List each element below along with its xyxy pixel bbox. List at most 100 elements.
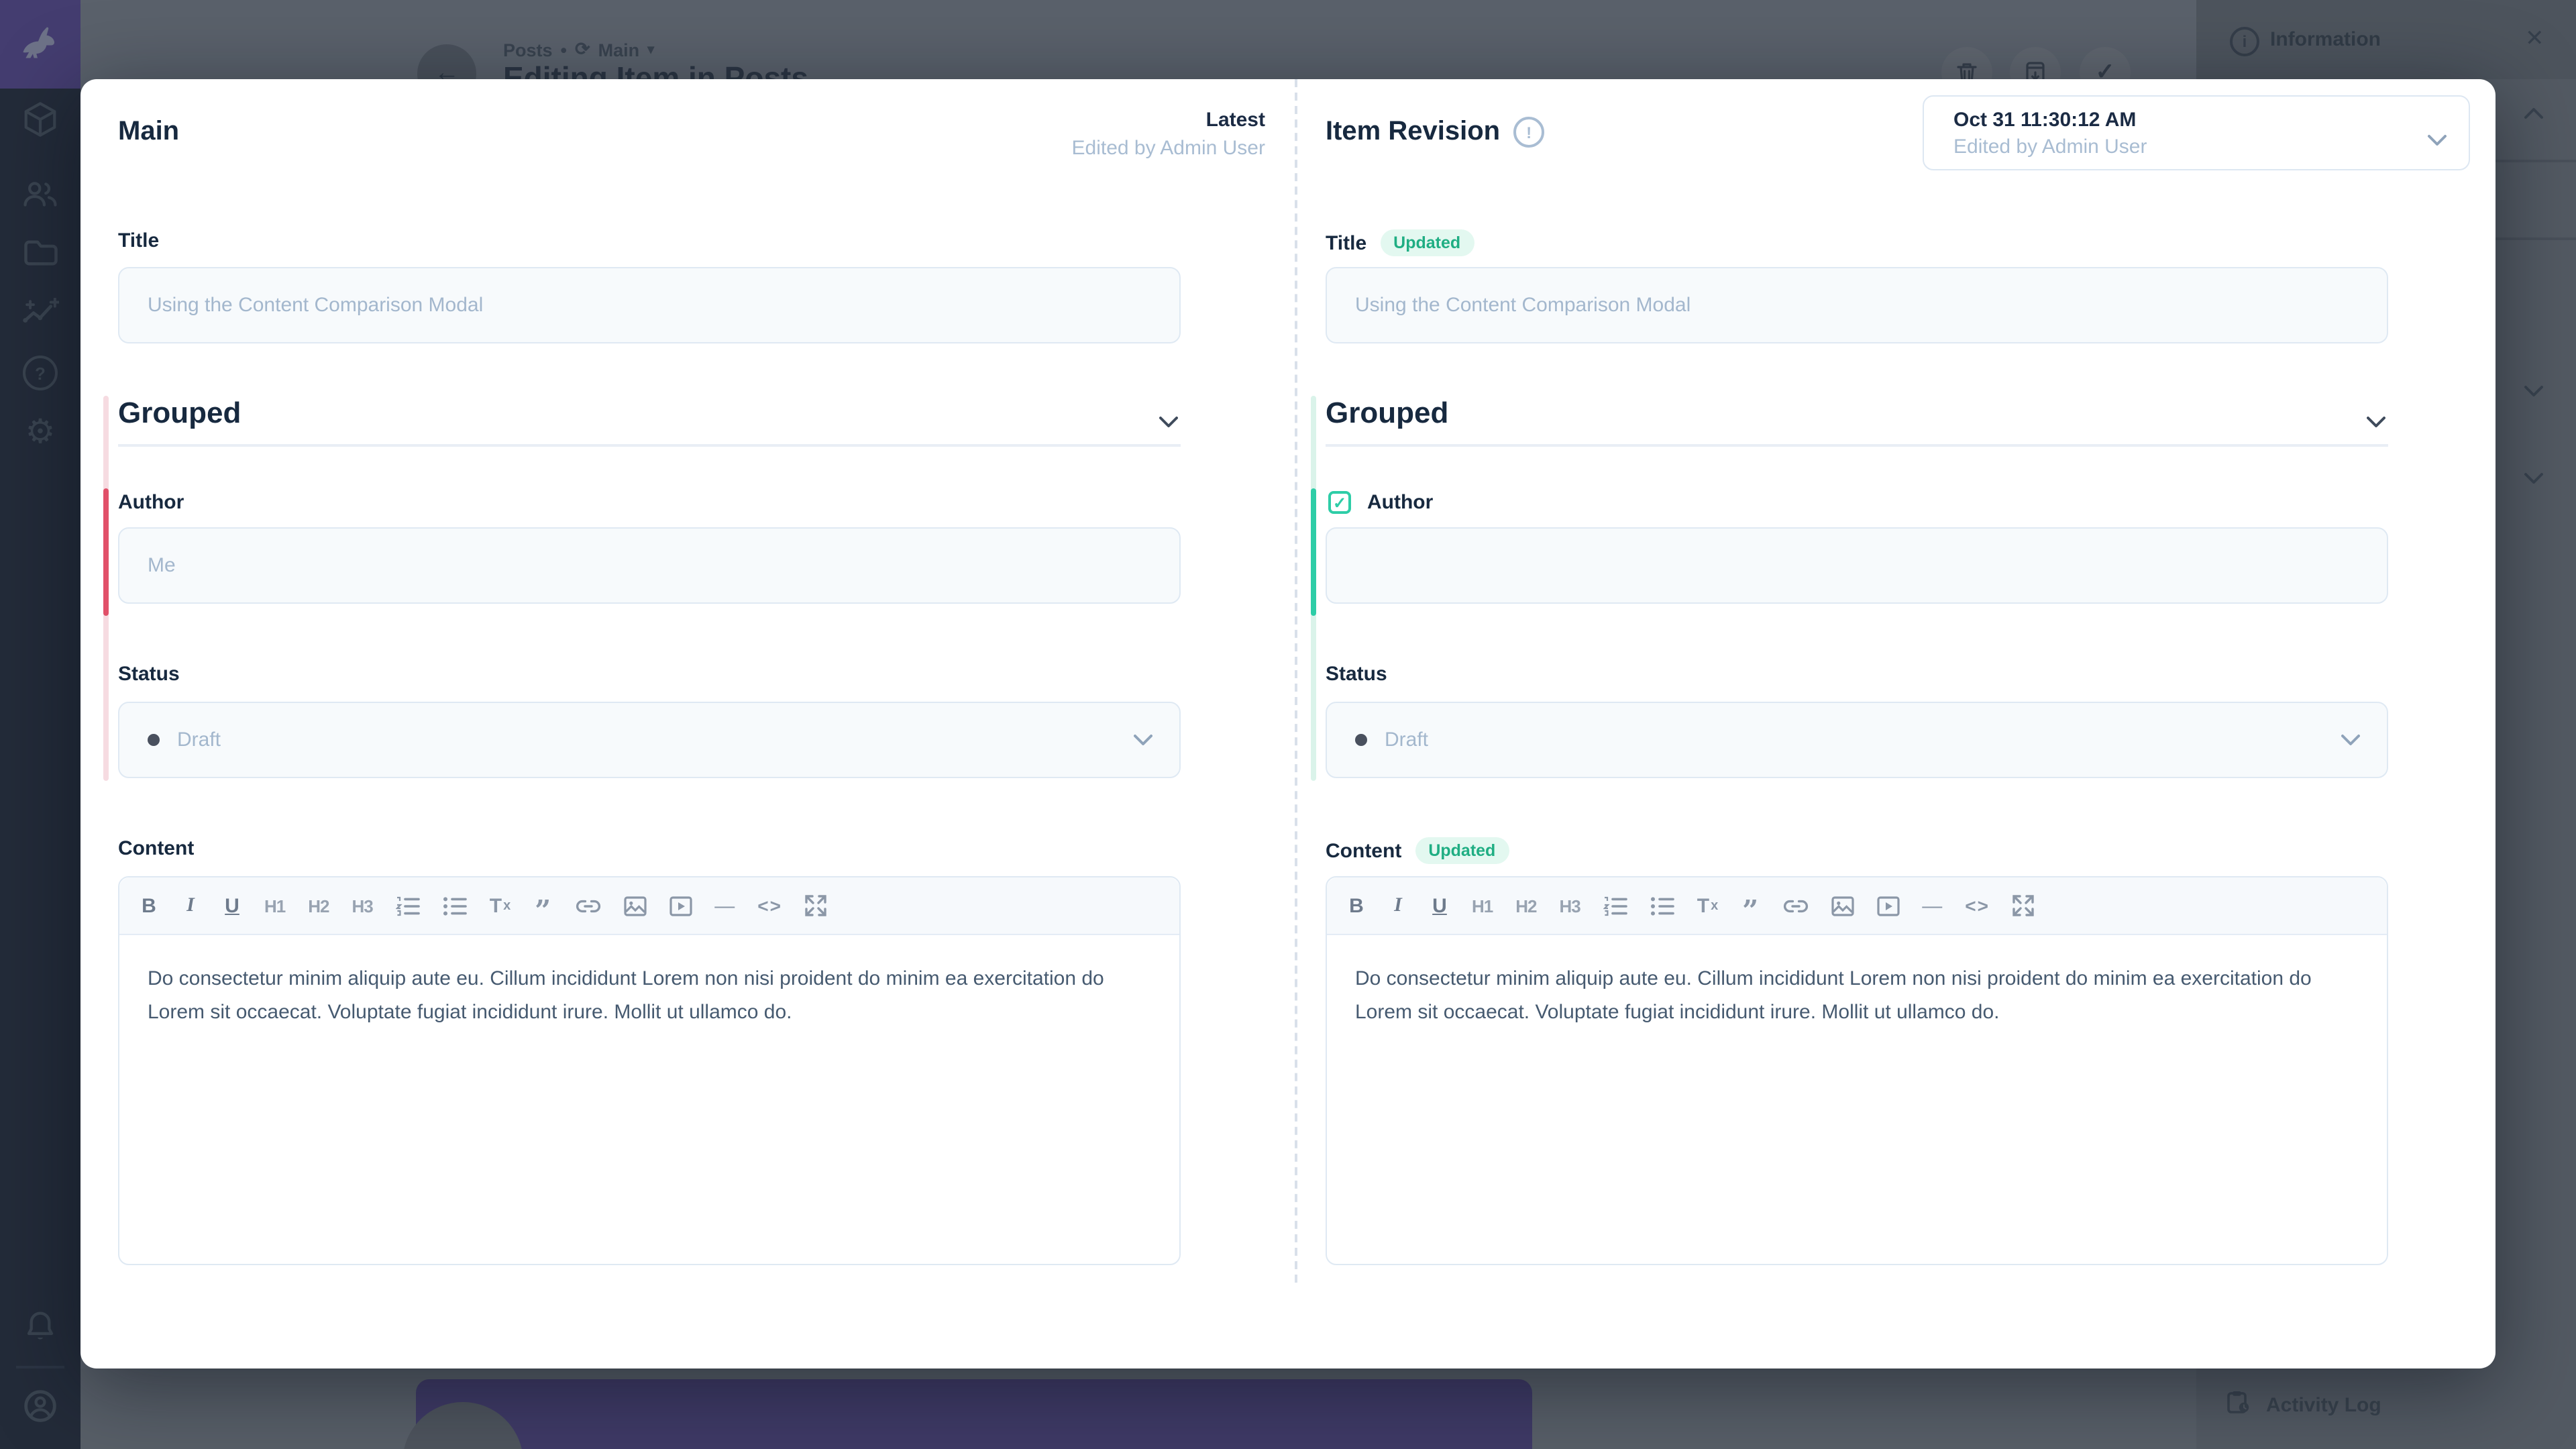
updated-badge: Updated <box>1415 837 1509 864</box>
h1-icon[interactable]: H1 <box>264 896 285 916</box>
title-input[interactable]: Using the Content Comparison Modal <box>1326 267 2388 343</box>
status-dot-icon <box>148 734 160 746</box>
revision-column: Item Revision ! Oct 31 11:30:12 AM Edite… <box>1326 79 2470 1273</box>
video-icon[interactable] <box>669 896 692 916</box>
h2-icon[interactable]: H2 <box>308 896 329 916</box>
code-icon[interactable]: <> <box>757 895 782 916</box>
panel-divider <box>2496 237 2576 240</box>
project-logo[interactable] <box>0 0 80 89</box>
ordered-list-icon[interactable] <box>1603 896 1627 916</box>
h1-icon[interactable]: H1 <box>1472 896 1493 916</box>
horizontal-rule-icon[interactable]: — <box>714 894 735 917</box>
content-comparison-modal: Main Latest Edited by Admin User Title U… <box>80 79 2496 1368</box>
content-editor[interactable]: B I U H1 H2 H3 Tx ” — <> Do <box>1326 876 2388 1265</box>
h2-icon[interactable]: H2 <box>1515 896 1536 916</box>
blockquote-icon[interactable]: ” <box>1741 894 1760 918</box>
h3-icon[interactable]: H3 <box>1560 896 1580 916</box>
main-column-title: Main <box>118 117 179 148</box>
added-diff-bar <box>1311 488 1316 616</box>
content-text: Do consectetur minim aliquip aute eu. Ci… <box>1327 935 2387 1029</box>
revision-info-icon[interactable]: ! <box>1513 117 1544 148</box>
h3-icon[interactable]: H3 <box>352 896 373 916</box>
link-icon[interactable] <box>1782 897 1808 914</box>
accordion-collapse-icon[interactable] <box>2524 102 2544 126</box>
code-icon[interactable]: <> <box>1965 895 1990 916</box>
link-icon[interactable] <box>575 897 600 914</box>
modal-footer: 1 Difference ✓ Select All Differences (1… <box>80 1273 2496 1368</box>
status-select[interactable]: Draft <box>1326 702 2388 778</box>
author-input[interactable] <box>1326 527 2388 604</box>
app-root: ← Posts • ⟳ Main ▾ Editing Item in Posts… <box>0 0 2576 1449</box>
bold-icon[interactable]: B <box>1347 894 1366 917</box>
author-field-label: ✓ Author <box>1328 491 1433 514</box>
breadcrumb[interactable]: Posts • ⟳ Main ▾ <box>503 39 654 60</box>
group-divider <box>118 444 1181 447</box>
chevron-down-icon <box>2341 729 2360 751</box>
image-icon[interactable] <box>1831 896 1854 916</box>
group-collapse-chevron-icon[interactable] <box>2367 411 2385 435</box>
caret-down-icon: ▾ <box>647 42 654 57</box>
updated-badge: Updated <box>1380 229 1474 256</box>
video-icon[interactable] <box>1876 896 1899 916</box>
content-editor[interactable]: B I U H1 H2 H3 Tx ” — <> Do <box>118 876 1181 1265</box>
bell-icon <box>25 1311 55 1348</box>
underline-icon[interactable]: U <box>1430 894 1449 917</box>
sidebar-item-activity-log[interactable]: Activity Log <box>2227 1390 2381 1421</box>
title-input[interactable]: Using the Content Comparison Modal <box>118 267 1181 343</box>
title-value: Using the Content Comparison Modal <box>148 294 483 317</box>
breadcrumb-collection[interactable]: Posts <box>503 40 553 60</box>
author-diff-checkbox[interactable]: ✓ <box>1328 491 1351 514</box>
module-content-icon[interactable] <box>0 97 80 142</box>
content-toolbar: B I U H1 H2 H3 Tx ” — <> <box>1327 877 2387 935</box>
chevron-down-icon <box>1134 729 1152 751</box>
image-icon[interactable] <box>623 896 646 916</box>
close-icon: ✕ <box>2525 25 2544 51</box>
ordered-list-icon[interactable] <box>396 896 420 916</box>
dimmed-page-content <box>80 1368 2196 1449</box>
accordion-expand-icon[interactable] <box>2524 467 2544 491</box>
fullscreen-icon[interactable] <box>805 895 826 916</box>
module-users-icon[interactable] <box>0 170 80 216</box>
breadcrumb-version[interactable]: Main <box>598 40 640 60</box>
module-insights-icon[interactable] <box>0 288 80 334</box>
activity-log-label: Activity Log <box>2266 1394 2381 1417</box>
group-collapse-chevron-icon[interactable] <box>1159 411 1178 435</box>
blockquote-icon[interactable]: ” <box>533 894 552 918</box>
author-input[interactable]: Me <box>118 527 1181 604</box>
title-value: Using the Content Comparison Modal <box>1355 294 1690 317</box>
status-dot-icon <box>1355 734 1367 746</box>
chevron-down-icon <box>2427 129 2447 153</box>
italic-icon[interactable]: I <box>181 894 200 917</box>
group-heading: Grouped <box>1326 396 1448 431</box>
close-panel-button[interactable]: ✕ <box>2525 25 2544 52</box>
module-files-icon[interactable] <box>0 229 80 275</box>
group-heading: Grouped <box>118 396 241 431</box>
bullet-list-icon[interactable] <box>1650 896 1674 916</box>
horizontal-rule-icon[interactable]: — <box>1922 894 1942 917</box>
column-divider <box>1295 79 1297 1283</box>
module-help-icon[interactable]: ? <box>0 350 80 396</box>
account-button[interactable] <box>0 1386 80 1432</box>
module-settings-icon[interactable]: ⚙ <box>0 408 80 453</box>
fullscreen-icon[interactable] <box>2012 895 2034 916</box>
clear-formatting-icon[interactable]: Tx <box>490 894 511 917</box>
underline-icon[interactable]: U <box>223 894 241 917</box>
info-panel-title: Information <box>2270 28 2381 51</box>
italic-icon[interactable]: I <box>1389 894 1407 917</box>
bold-icon[interactable]: B <box>140 894 158 917</box>
revision-edited-by: Edited by Admin User <box>1953 136 2147 158</box>
sidebar-divider <box>16 1366 64 1368</box>
removed-diff-bar <box>103 488 109 616</box>
notifications-button[interactable] <box>0 1307 80 1352</box>
info-icon: i <box>2230 27 2259 56</box>
gear-icon: ⚙ <box>25 414 56 447</box>
question-mark-glyph: ? <box>23 356 58 390</box>
revision-select[interactable]: Oct 31 11:30:12 AM Edited by Admin User <box>1923 95 2470 170</box>
title-field-label: Title <box>118 229 159 252</box>
status-select[interactable]: Draft <box>118 702 1181 778</box>
clear-formatting-icon[interactable]: Tx <box>1697 894 1718 917</box>
activity-log-icon <box>2227 1390 2250 1421</box>
revision-column-title: Item Revision ! <box>1326 117 1544 148</box>
bullet-list-icon[interactable] <box>443 896 467 916</box>
accordion-expand-icon[interactable] <box>2524 380 2544 404</box>
